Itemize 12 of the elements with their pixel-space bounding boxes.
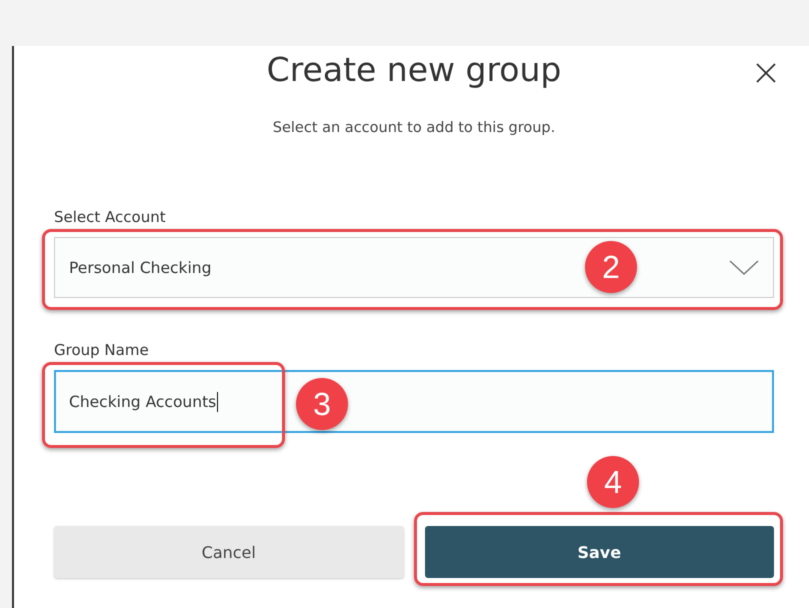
chevron-down-icon — [729, 260, 759, 276]
cancel-button[interactable]: Cancel — [54, 526, 404, 578]
field-value: Checking Accounts — [69, 392, 216, 410]
dialog-title: Create new group — [266, 49, 562, 91]
dropdown-value: Personal Checking — [69, 258, 212, 276]
close-icon[interactable] — [755, 62, 777, 84]
step-badge: 4 — [587, 456, 639, 508]
dialog-subtitle: Select an account to add to this group. — [272, 119, 556, 138]
field-label: Select Account — [54, 208, 167, 226]
save-button[interactable]: Save — [424, 526, 774, 578]
field-label: Group Name — [54, 341, 150, 359]
text-cursor — [217, 392, 218, 412]
